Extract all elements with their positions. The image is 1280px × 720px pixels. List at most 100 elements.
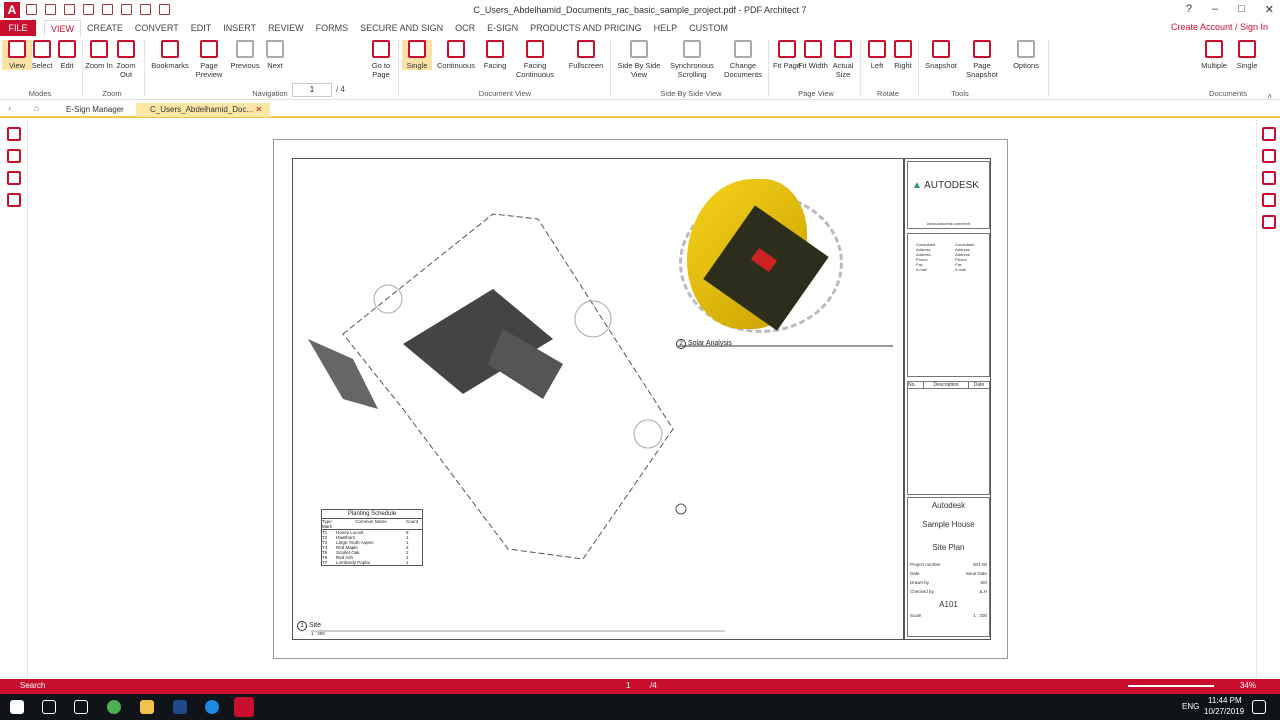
gift-icon[interactable] [1261, 149, 1276, 163]
website: www.autodesk.com/revit [926, 221, 971, 226]
clock-date[interactable]: 10/27/2019 [1204, 707, 1244, 716]
select-text-icon [33, 40, 51, 58]
page-preview-button[interactable]: Page Preview [194, 40, 224, 79]
create-account-link[interactable]: Create Account / Sign In [1171, 22, 1268, 32]
single-window-icon [1238, 40, 1256, 58]
tab-e-sign-manager[interactable]: E-Sign Manager [52, 103, 132, 117]
clock-time[interactable]: 11:44 PM [1208, 696, 1242, 705]
minimize-button[interactable]: – [1212, 3, 1218, 16]
actual-size-button[interactable]: Actual Size [828, 40, 858, 79]
close-tab-icon[interactable]: ✕ [255, 105, 262, 114]
go-to-page-button[interactable]: Go to Page [366, 40, 396, 79]
single-view-button[interactable]: Single [402, 40, 432, 70]
layers-panel-icon[interactable] [6, 171, 21, 185]
site-scale: 1 : 200 [311, 631, 325, 636]
tab-create[interactable]: CREATE [81, 20, 129, 37]
fullscreen-button[interactable]: Fullscreen [566, 40, 606, 70]
file-menu[interactable]: FILE [0, 20, 36, 36]
tab-help[interactable]: HELP [648, 20, 684, 37]
language-indicator[interactable]: ENG [1182, 702, 1199, 711]
snapshot-button[interactable]: Snapshot [922, 40, 960, 70]
rotate-group-label: Rotate [876, 89, 900, 98]
tab-secure-and-sign[interactable]: SECURE AND SIGN [354, 20, 449, 37]
site-view-title: 1 Site 1 : 200 [297, 621, 325, 636]
facing-continuous-icon [526, 40, 544, 58]
tab-convert[interactable]: CONVERT [129, 20, 185, 37]
tab-ocr[interactable]: OCR [449, 20, 481, 37]
change-documents-button[interactable]: Change Documents [720, 40, 766, 79]
paperclip-icon[interactable] [1261, 193, 1276, 207]
previous-button[interactable]: Previous [230, 40, 260, 70]
ribbon-tabs: VIEW CREATE CONVERT EDIT INSERT REVIEW F… [44, 20, 734, 37]
tab-edit[interactable]: EDIT [185, 20, 218, 37]
pdf-architect-taskbar-icon[interactable] [234, 697, 254, 717]
tab-custom[interactable]: CUSTOM [683, 20, 734, 37]
zoom-group-label: Zoom [102, 89, 122, 98]
current-page[interactable]: 1 [626, 681, 630, 690]
fit-width-button[interactable]: Fit Width [798, 40, 828, 70]
wrench-icon[interactable] [1261, 127, 1276, 141]
search-field[interactable]: Search [20, 681, 45, 690]
maximize-button[interactable]: □ [1238, 3, 1245, 16]
tab-view[interactable]: VIEW [44, 20, 82, 37]
bookmarks-button[interactable]: Bookmarks [150, 40, 190, 70]
page-camera-icon [973, 40, 991, 58]
tab-review[interactable]: REVIEW [262, 20, 310, 37]
task-view-icon[interactable] [74, 700, 88, 714]
documents-group-label: Documents [1209, 89, 1247, 98]
zoom-slider[interactable] [1128, 685, 1214, 687]
synchronous-scrolling-button[interactable]: Synchronous Scrolling [668, 40, 716, 79]
multiple-documents-button[interactable]: Multiple [1198, 40, 1230, 70]
chevron-right-icon[interactable]: › [8, 103, 11, 113]
single-document-button[interactable]: Single [1232, 40, 1262, 70]
tab-forms[interactable]: FORMS [310, 20, 355, 37]
single-page-icon [408, 40, 426, 58]
tab-products-and-pricing[interactable]: PRODUCTS AND PRICING [524, 20, 648, 37]
page-snapshot-button[interactable]: Page Snapshot [964, 40, 1000, 79]
revision-table: No. Description Date [907, 381, 990, 495]
zoom-out-button[interactable]: Zoom Out [111, 40, 141, 79]
tab-e-sign[interactable]: E-SIGN [481, 20, 524, 37]
fit-page-icon [778, 40, 796, 58]
project-name: Sample House [922, 520, 975, 529]
continuous-view-button[interactable]: Continuous [436, 40, 476, 70]
multiple-windows-icon [1205, 40, 1223, 58]
tab-insert[interactable]: INSERT [217, 20, 262, 37]
rotate-right-button[interactable]: Right [888, 40, 918, 70]
search-icon[interactable] [42, 700, 56, 714]
page-count: /4 [650, 681, 657, 690]
close-button[interactable]: ✕ [1265, 3, 1274, 16]
facing-continuous-button[interactable]: Facing Continuous [514, 40, 556, 79]
pdf-page: 2 Solar Analysis Planting Schedule Type … [273, 139, 1008, 659]
right-sidebar [1256, 119, 1280, 679]
next-button[interactable]: Next [260, 40, 290, 70]
document-view-group-label: Document View [478, 89, 532, 98]
options-button[interactable]: Options [1008, 40, 1044, 70]
facing-view-button[interactable]: Facing [480, 40, 510, 70]
help-button[interactable]: ? [1186, 3, 1192, 16]
sheet-name: Site Plan [932, 543, 965, 552]
tab-document[interactable]: C_Users_Abdelhamid_Doc... ✕ [136, 103, 271, 117]
zoom-out-icon [117, 40, 135, 58]
table-row: T7 Lombardy Poplar 1 [322, 560, 409, 565]
sheet-number: A101 [939, 600, 958, 609]
zoom-level[interactable]: 34% [1240, 681, 1256, 690]
zoom-in-button[interactable]: Zoom In [84, 40, 114, 70]
certificate-icon[interactable] [1261, 215, 1276, 229]
collapse-ribbon-icon[interactable]: ˄ [1267, 92, 1272, 101]
gear-icon [1017, 40, 1035, 58]
chrome-icon[interactable] [107, 700, 121, 714]
home-icon[interactable]: ⌂ [34, 103, 39, 113]
notifications-icon[interactable] [1252, 700, 1266, 714]
file-explorer-icon[interactable] [140, 700, 154, 714]
anchor-icon[interactable] [6, 193, 21, 207]
skype-icon[interactable] [205, 700, 219, 714]
edit-mode-button[interactable]: Edit [52, 40, 82, 70]
revit-icon[interactable] [173, 700, 187, 714]
windows-start-icon[interactable] [10, 700, 24, 714]
side-by-side-button[interactable]: Side By Side View [616, 40, 662, 79]
bookmarks-panel-icon[interactable] [6, 149, 21, 163]
document-canvas[interactable]: 2 Solar Analysis Planting Schedule Type … [28, 119, 1256, 679]
pages-panel-icon[interactable] [6, 127, 21, 141]
comment-icon[interactable] [1261, 171, 1276, 185]
